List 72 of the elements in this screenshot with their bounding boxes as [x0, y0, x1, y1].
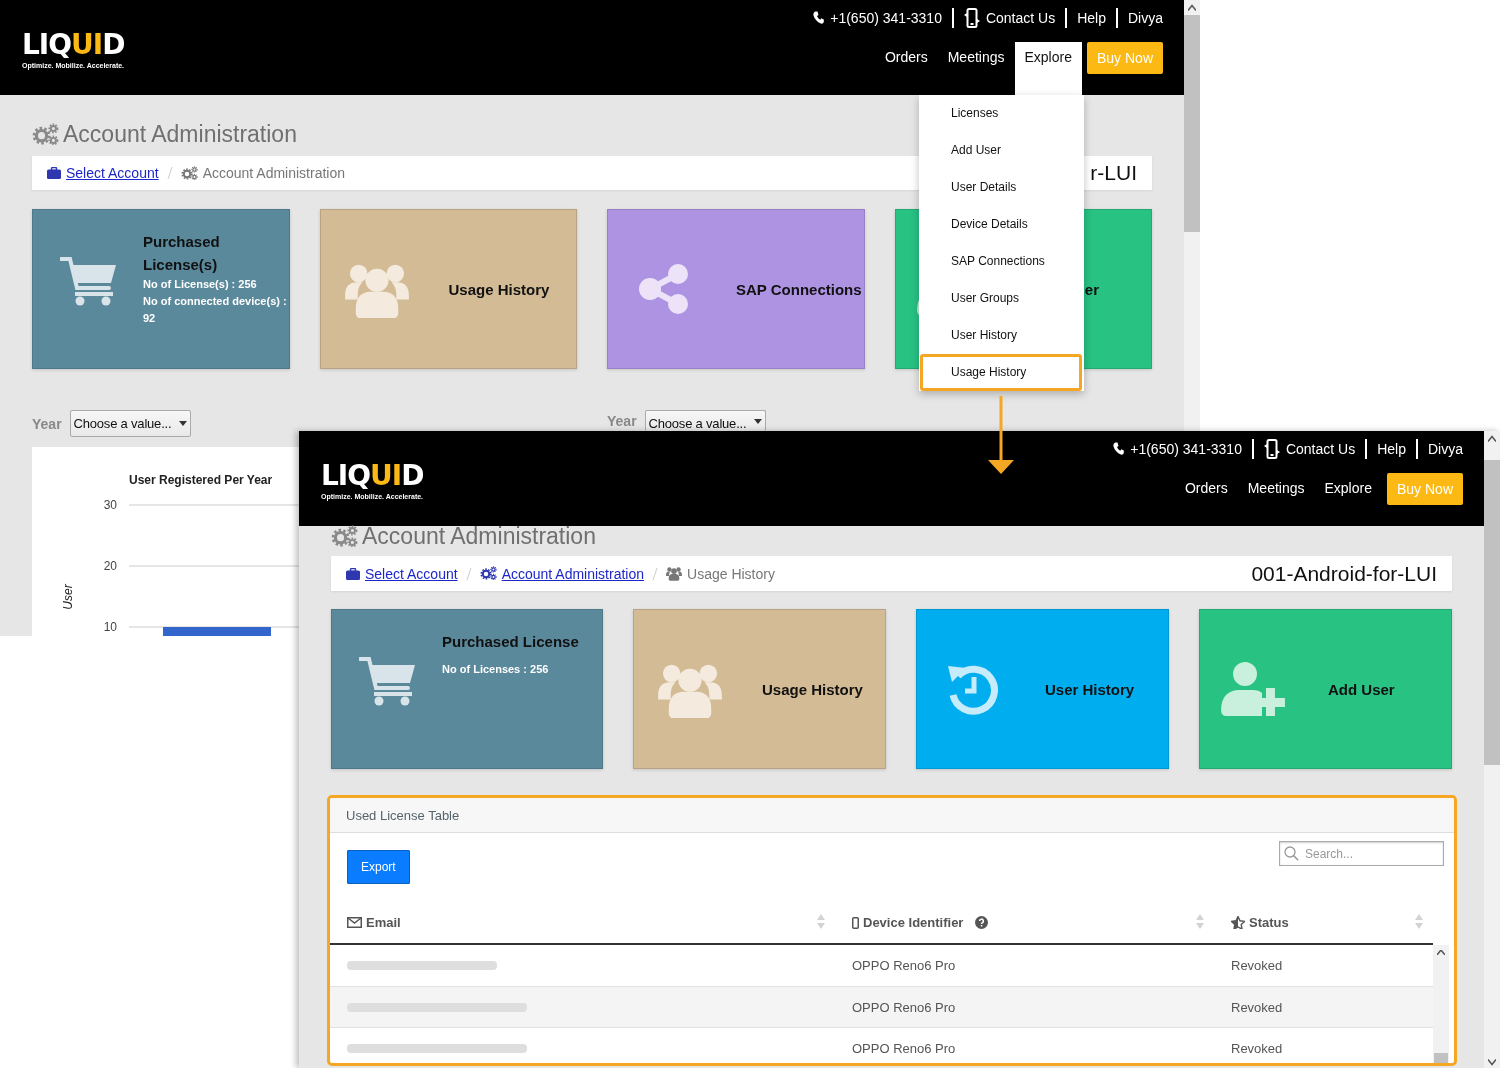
menu-item[interactable]: User Details: [920, 169, 1082, 206]
axis-tick-label: 10: [103, 620, 117, 634]
tile-title: SAP Connections: [736, 279, 862, 300]
menu-item[interactable]: User Groups: [920, 280, 1082, 317]
logo: LIQUID: [22, 30, 125, 60]
account-name: 001-Android-for-LUI: [1251, 561, 1437, 586]
tile-title: Usage History: [762, 679, 863, 700]
filter-label: Year: [607, 412, 637, 429]
dashboard-tile[interactable]: Purchased License No of Licenses : 256: [331, 609, 603, 769]
search-field[interactable]: Search...: [1279, 841, 1444, 866]
tile-title: er: [1084, 279, 1099, 300]
tile-title: Purchased License(s): [143, 232, 221, 275]
table-cell-text: OPPO Reno6 Pro: [851, 1039, 957, 1058]
header-link[interactable]: Help: [1377, 440, 1406, 457]
axis-tick-label: 30: [103, 498, 117, 512]
tile-title: Purchased License: [442, 632, 580, 652]
year-dropdown[interactable]: Choose a value...: [69, 410, 191, 437]
dashboard-tile[interactable]: Usage History: [633, 609, 886, 769]
table-cell-text: OPPO Reno6 Pro: [851, 998, 957, 1017]
breadcrumb-current: Usage History: [687, 565, 775, 582]
year-dropdown[interactable]: Choose a value...: [644, 410, 766, 431]
dashboard-tile[interactable]: Usage History: [319, 209, 577, 369]
logo: LIQUID: [321, 461, 424, 491]
header-link[interactable]: Divya: [1428, 440, 1463, 457]
nav-tab[interactable]: Explore: [1314, 473, 1382, 526]
menu-item[interactable]: Add User: [920, 132, 1082, 169]
panel-title: Used License Table: [346, 807, 460, 823]
page-title: Account Administration: [362, 522, 596, 550]
chart-title: User Registered Per Year: [129, 473, 273, 487]
header-link[interactable]: Contact Us: [985, 9, 1056, 26]
table-cell-text: Revoked: [1230, 998, 1284, 1017]
phone-number: +1(650) 341-3310: [830, 9, 942, 26]
nav-tab[interactable]: Orders: [1174, 473, 1238, 526]
menu-item[interactable]: Device Details: [920, 206, 1082, 243]
tile-detail: No of License(s) : 256: [143, 277, 258, 292]
tile-title: User History: [1045, 679, 1135, 700]
table-cell-text: OPPO Reno6 Pro: [851, 957, 957, 975]
breadcrumb-current: Account Administration: [202, 165, 346, 181]
table-cell-text: Revoked: [1230, 957, 1284, 975]
tile-title: Usage History: [448, 279, 550, 300]
menu-item[interactable]: Usage History: [920, 354, 1082, 391]
axis-title: User: [61, 584, 75, 610]
header-link[interactable]: Help: [1077, 9, 1106, 26]
dashboard-tile[interactable]: User History: [916, 609, 1169, 769]
nav-tab[interactable]: Explore: [1014, 42, 1082, 95]
menu-item[interactable]: User History: [920, 317, 1082, 354]
dashboard-tile[interactable]: Add User: [1199, 609, 1452, 769]
account-name: r-LUI: [1090, 161, 1137, 185]
table-cell-text: Revoked: [1230, 1039, 1284, 1058]
tile-title: Add User: [1328, 679, 1395, 700]
tile-detail: No of Licenses : 256: [442, 662, 550, 677]
breadcrumb-link[interactable]: Select Account: [365, 565, 458, 582]
header-link[interactable]: Divya: [1128, 9, 1163, 26]
breadcrumb-link[interactable]: Account Administration: [501, 565, 645, 582]
dashboard-tile[interactable]: Purchased License(s) No of License(s) : 256 No of connected device(s) : 92: [32, 209, 290, 369]
phone-number: +1(650) 341-3310: [1130, 440, 1242, 457]
filter-label: Year: [32, 415, 62, 432]
nav-tab[interactable]: Meetings: [937, 42, 1015, 95]
axis-tick-label: 20: [103, 559, 117, 573]
menu-item[interactable]: SAP Connections: [920, 243, 1082, 280]
export-button[interactable]: Export: [347, 850, 410, 884]
dashboard-tile[interactable]: SAP Connections: [607, 209, 865, 369]
header-link[interactable]: Contact Us: [1285, 440, 1356, 457]
nav-tab[interactable]: Orders: [874, 42, 938, 95]
menu-item[interactable]: Licenses: [920, 95, 1082, 132]
column-header[interactable]: Status: [1214, 902, 1433, 943]
column-header[interactable]: Email: [330, 902, 835, 943]
nav-tab[interactable]: Meetings: [1237, 473, 1315, 526]
tile-detail: No of connected device(s) : 92: [143, 294, 288, 326]
breadcrumb-link[interactable]: Select Account: [66, 165, 159, 181]
column-header[interactable]: Device Identifier: [835, 902, 1214, 943]
page-title: Account Administration: [63, 120, 297, 148]
